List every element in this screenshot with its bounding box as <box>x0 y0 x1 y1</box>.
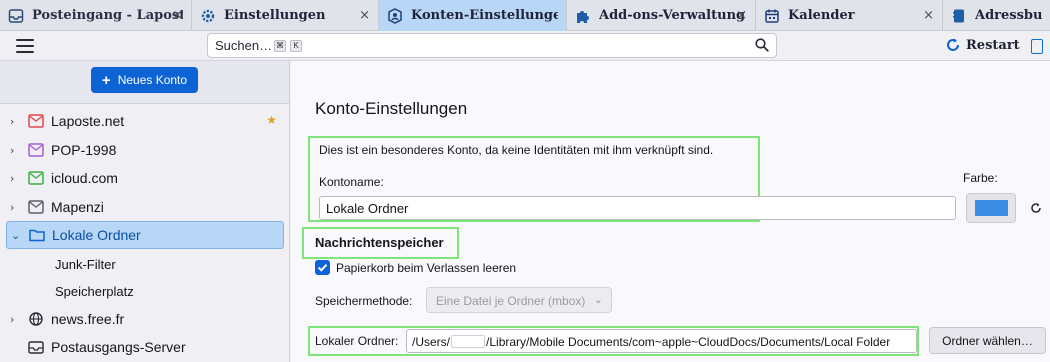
sidebar-header: + Neues Konto <box>0 61 289 104</box>
tab-label: Konten-Einstellungen <box>411 8 558 23</box>
path-prefix: /Users/ <box>412 335 451 349</box>
folder-icon <box>29 228 45 242</box>
checkmark-icon <box>317 264 328 272</box>
sidebar-item-pop-1998[interactable]: › POP-1998 <box>0 136 289 164</box>
sidebar-item-news-free[interactable]: › news.free.fr <box>0 305 289 333</box>
puzzle-icon <box>575 8 591 24</box>
new-account-label: Neues Konto <box>117 73 188 87</box>
close-icon[interactable]: × <box>733 8 747 23</box>
sidebar-item-label: POP-1998 <box>51 142 117 158</box>
page-title: Konto-Einstellungen <box>315 99 468 118</box>
toolbar: Suchen… ⌘ K Restart <box>0 31 1050 61</box>
chevron-down-icon: ⌄ <box>593 293 603 306</box>
sidebar-item-label: Speicherplatz <box>55 283 134 299</box>
redacted-username <box>451 335 486 348</box>
sidebar-item-label: Laposte.net <box>51 113 125 129</box>
path-suffix: /Library/Mobile Documents/com~apple~Clou… <box>486 335 891 349</box>
empty-trash-label: Papierkorb beim Verlassen leeren <box>336 261 517 275</box>
menu-icon[interactable] <box>16 39 34 53</box>
tab-account-settings[interactable]: Konten-Einstellungen <box>379 0 567 31</box>
tab-address-book[interactable]: Adressbuch <box>943 0 1050 31</box>
storage-method-value: Eine Datei je Ordner (mbox) <box>436 294 586 308</box>
tab-label: Add-ons-Verwaltung <box>599 8 746 23</box>
close-icon[interactable]: × <box>920 8 934 23</box>
mail-account-icon <box>28 171 44 185</box>
sidebar-item-outgoing-server[interactable]: Postausgangs-Server <box>0 333 289 361</box>
account-name-field[interactable]: Lokale Ordner <box>319 196 956 220</box>
close-icon[interactable]: × <box>169 8 183 23</box>
sidebar-item-laposte[interactable]: › Laposte.net ★ <box>0 107 289 135</box>
calendar-icon <box>764 8 780 24</box>
restart-icon <box>945 37 961 53</box>
search-icon <box>755 38 769 52</box>
sidebar-item-label: Mapenzi <box>51 199 104 215</box>
chevron-down-icon[interactable]: ⌄ <box>11 229 25 242</box>
color-label: Farbe: <box>963 171 998 185</box>
tab-bar: Posteingang - Laposte.net × Einstellunge… <box>0 0 1050 31</box>
sidebar-item-local-folders[interactable]: ⌄ Lokale Ordner <box>6 221 284 249</box>
gear-icon <box>200 8 216 24</box>
tab-settings[interactable]: Einstellungen × <box>192 0 379 31</box>
choose-folder-button[interactable]: Ordner wählen… <box>929 327 1046 354</box>
color-picker-button[interactable] <box>966 193 1016 223</box>
storage-method-label: Speichermethode: <box>315 294 413 308</box>
account-settings-icon <box>387 7 403 24</box>
inbox-icon <box>8 8 24 24</box>
sidebar-item-mapenzi[interactable]: › Mapenzi <box>0 193 289 221</box>
search-placeholder: Suchen… <box>215 38 273 53</box>
storage-heading: Nachrichtenspeicher <box>315 235 444 250</box>
sidebar-item-label: news.free.fr <box>51 311 125 327</box>
page-icon[interactable] <box>1031 39 1043 54</box>
outbox-icon <box>28 340 44 354</box>
chevron-right-icon[interactable]: › <box>10 313 24 326</box>
chevron-right-icon[interactable]: › <box>10 201 24 214</box>
restart-button[interactable]: Restart <box>945 37 1020 53</box>
sidebar-item-label: Lokale Ordner <box>52 227 141 243</box>
mail-account-icon <box>28 114 44 128</box>
reset-color-icon[interactable] <box>1029 201 1043 215</box>
kbd-command: ⌘ <box>274 40 286 52</box>
sidebar-item-label: icloud.com <box>51 170 118 186</box>
chevron-right-icon[interactable]: › <box>10 144 24 157</box>
new-account-button[interactable]: + Neues Konto <box>91 67 198 93</box>
search-input[interactable]: Suchen… ⌘ K <box>207 33 777 58</box>
account-name-label: Kontoname: <box>319 175 384 189</box>
kbd-k: K <box>290 40 302 52</box>
tab-label: Adressbuch <box>975 8 1042 23</box>
close-icon[interactable]: × <box>356 8 370 23</box>
account-sidebar: + Neues Konto › Laposte.net ★ › POP-1998… <box>0 61 290 362</box>
mail-account-icon <box>28 200 44 214</box>
sidebar-item-icloud[interactable]: › icloud.com <box>0 164 289 192</box>
chevron-right-icon[interactable]: › <box>10 172 24 185</box>
account-settings-pane: Konto-Einstellungen Dies ist ein besonde… <box>291 61 1050 362</box>
tab-addons[interactable]: Add-ons-Verwaltung × <box>567 0 756 31</box>
chevron-right-icon[interactable]: › <box>10 115 24 128</box>
tab-label: Kalender <box>788 8 855 23</box>
globe-icon <box>28 312 44 326</box>
sidebar-item-storage[interactable]: Speicherplatz <box>0 277 289 305</box>
mail-account-icon <box>28 143 44 157</box>
info-text: Dies ist ein besonderes Konto, da keine … <box>319 143 714 157</box>
local-folder-label: Lokaler Ordner: <box>315 334 399 348</box>
tab-calendar[interactable]: Kalender × <box>756 0 943 31</box>
empty-trash-checkbox[interactable] <box>315 260 330 275</box>
storage-method-select[interactable]: Eine Datei je Ordner (mbox) ⌄ <box>426 287 612 313</box>
plus-icon: + <box>101 71 111 89</box>
sidebar-item-junk-filter[interactable]: Junk-Filter <box>0 250 289 278</box>
star-icon: ★ <box>266 113 277 127</box>
color-swatch <box>975 200 1008 216</box>
restart-label: Restart <box>966 37 1020 53</box>
sidebar-item-label: Junk-Filter <box>55 256 116 272</box>
tab-label: Posteingang - Laposte.net <box>32 8 183 23</box>
local-folder-path-field[interactable]: /Users/ /Library/Mobile Documents/com~app… <box>406 329 917 353</box>
tab-inbox[interactable]: Posteingang - Laposte.net × <box>0 0 192 31</box>
address-book-icon <box>951 8 967 24</box>
tab-label: Einstellungen <box>224 8 326 23</box>
sidebar-item-label: Postausgangs-Server <box>51 339 186 355</box>
